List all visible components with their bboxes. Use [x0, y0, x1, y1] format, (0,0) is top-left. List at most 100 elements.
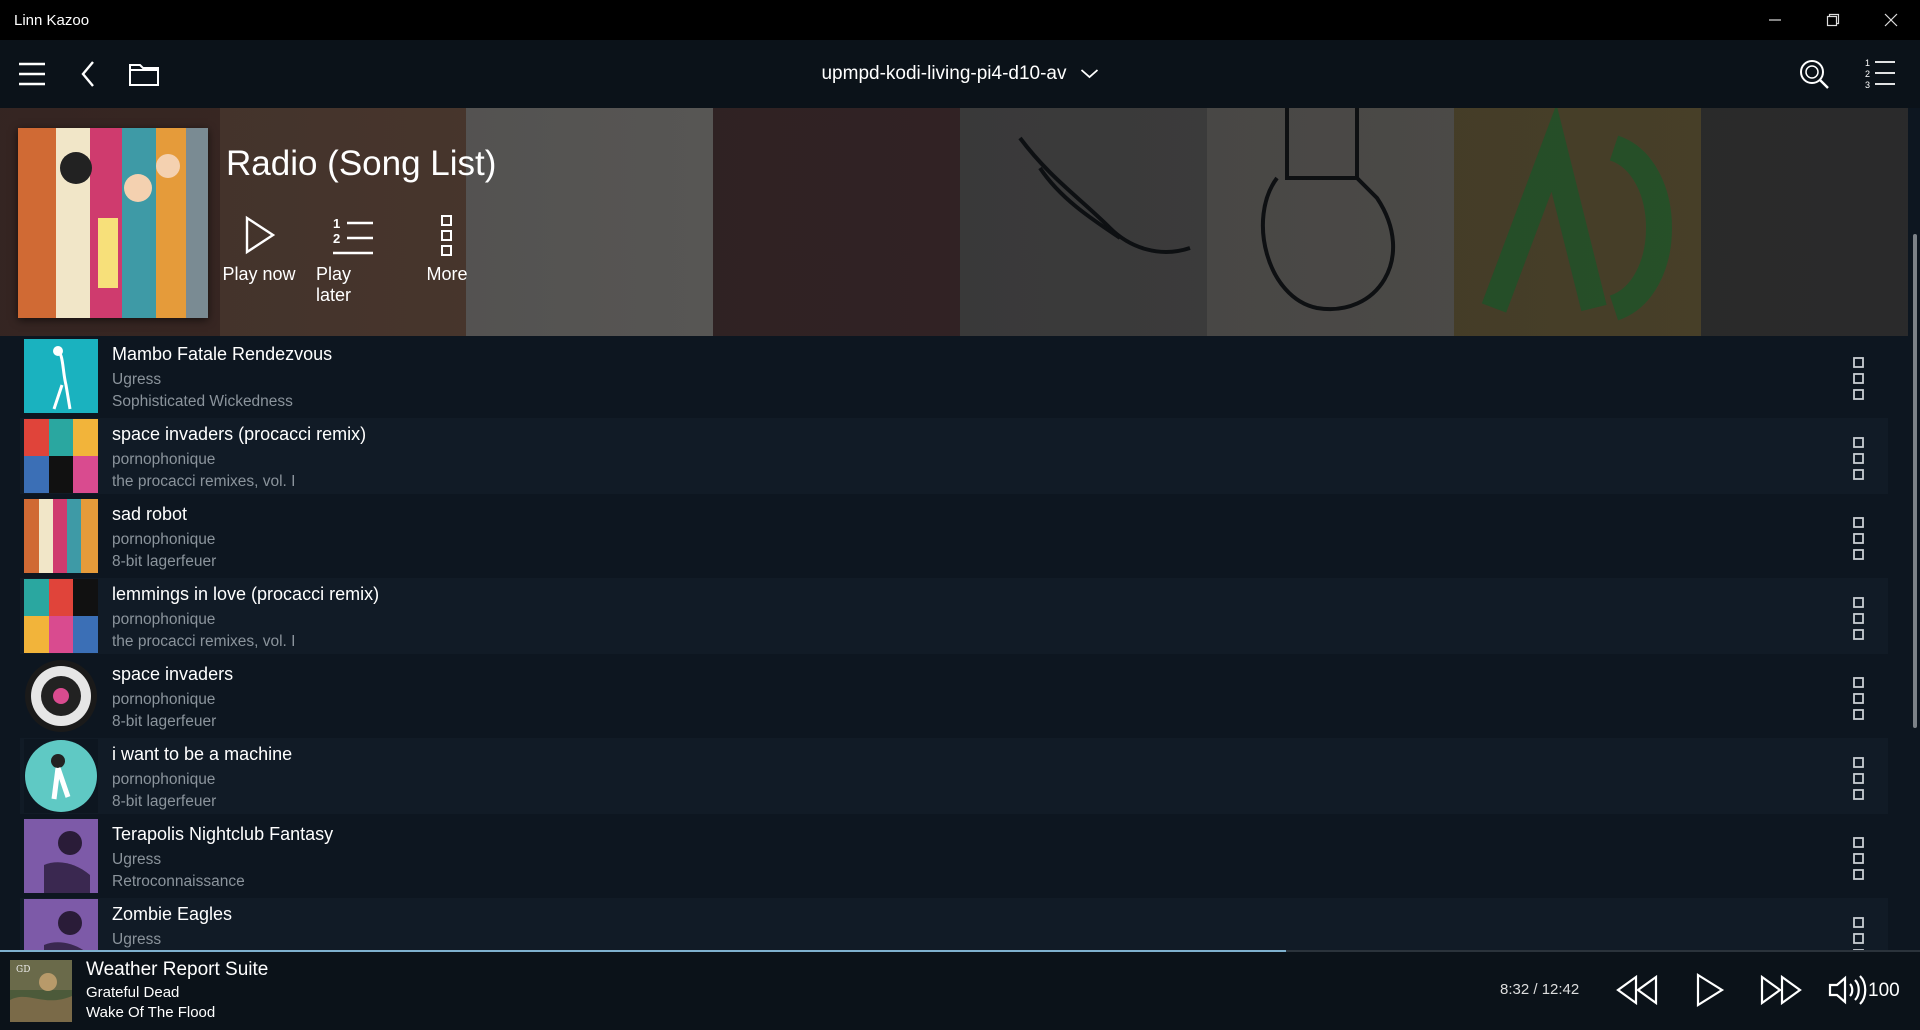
scrollbar[interactable]: [1908, 108, 1920, 950]
track-row[interactable]: Mambo Fatale Rendezvous Ugress Sophistic…: [20, 338, 1888, 414]
track-list: Mambo Fatale Rendezvous Ugress Sophistic…: [0, 338, 1908, 950]
track-album: 8-bit lagerfeuer: [112, 793, 217, 810]
queue-list-icon: 1 2: [333, 216, 373, 255]
track-row[interactable]: Zombie Eagles Ugress: [20, 898, 1888, 950]
track-art: [24, 339, 98, 413]
track-title: sad robot: [112, 504, 188, 524]
track-more-button[interactable]: [1852, 436, 1866, 480]
track-more-button[interactable]: [1852, 356, 1866, 400]
scrollbar-thumb[interactable]: [1913, 234, 1917, 728]
track-album: 8-bit lagerfeuer: [112, 713, 217, 730]
track-title: space invaders: [112, 664, 234, 684]
track-title: lemmings in love (procacci remix): [112, 584, 380, 604]
previous-track-button[interactable]: [1610, 968, 1664, 1012]
search-icon: [1800, 60, 1829, 89]
more-dots-icon: [1853, 517, 1864, 560]
play-now-button[interactable]: Play now: [222, 212, 296, 306]
more-dots-icon: [1853, 437, 1864, 480]
play-later-button[interactable]: 1 2 Play later: [316, 212, 390, 306]
track-art: [24, 579, 98, 653]
volume-level: 100: [1868, 980, 1900, 1001]
playlist-title: Radio (Song List): [226, 144, 497, 183]
next-track-button[interactable]: [1754, 968, 1808, 1012]
track-artist: pornophonique: [112, 531, 216, 548]
svg-text:1: 1: [333, 216, 340, 231]
close-icon: [1884, 13, 1898, 27]
svg-text:1: 1: [1865, 58, 1870, 68]
numbered-list-icon: 1 2 3: [1865, 58, 1895, 90]
play-later-label: Play later: [316, 264, 352, 305]
svg-text:GD: GD: [16, 965, 30, 975]
play-icon: [1696, 973, 1725, 1007]
more-dots-icon: [1853, 757, 1864, 800]
hamburger-menu-button[interactable]: [4, 46, 60, 102]
hamburger-icon: [19, 62, 45, 86]
svg-text:2: 2: [333, 231, 340, 246]
track-more-button[interactable]: [1852, 676, 1866, 720]
more-dots-icon: [1853, 917, 1864, 950]
track-row[interactable]: space invaders (procacci remix) pornopho…: [20, 418, 1888, 494]
more-dots-icon: [1853, 357, 1864, 400]
track-more-button[interactable]: [1852, 756, 1866, 800]
playlist-cover-art: [18, 128, 208, 318]
track-more-button[interactable]: [1852, 596, 1866, 640]
browse-folder-button[interactable]: [116, 46, 172, 102]
playback-time: 8:32 / 12:42: [1500, 981, 1580, 998]
track-art: [24, 419, 98, 493]
playlist-header: Radio (Song List) Play now 1 2 Play late…: [0, 108, 1908, 336]
skip-forward-icon: [1760, 974, 1802, 1006]
more-dots-icon: [441, 215, 452, 256]
track-art: [24, 659, 98, 733]
track-album: 8-bit lagerfeuer: [112, 553, 217, 570]
track-row[interactable]: lemmings in love (procacci remix) pornop…: [20, 578, 1888, 654]
track-artist: pornophonique: [112, 771, 216, 788]
track-title: Mambo Fatale Rendezvous: [112, 344, 333, 364]
more-dots-icon: [1853, 597, 1864, 640]
track-row[interactable]: sad robot pornophonique 8-bit lagerfeuer: [20, 498, 1888, 574]
track-art: [24, 819, 98, 893]
more-dots-icon: [1853, 677, 1864, 720]
volume-button[interactable]: [1826, 968, 1870, 1012]
track-row[interactable]: i want to be a machine pornophonique 8-b…: [20, 738, 1888, 814]
now-playing-artist: Grateful Dead: [86, 984, 180, 1001]
minimize-icon: [1769, 19, 1781, 21]
track-more-button[interactable]: [1852, 836, 1866, 880]
room-name: upmpd-kodi-living-pi4-d10-av: [821, 63, 1067, 84]
track-row[interactable]: space invaders pornophonique 8-bit lager…: [20, 658, 1888, 734]
playlist-button[interactable]: 1 2 3: [1852, 46, 1908, 102]
track-artist: Ugress: [112, 851, 162, 868]
track-title: i want to be a machine: [112, 744, 293, 764]
more-button[interactable]: More: [410, 212, 484, 306]
back-button[interactable]: [60, 46, 116, 102]
room-selector[interactable]: upmpd-kodi-living-pi4-d10-av: [821, 40, 1099, 108]
track-artist: pornophonique: [112, 451, 216, 468]
track-album: the procacci remixes, vol. I: [112, 633, 296, 650]
minimize-button[interactable]: [1746, 0, 1804, 40]
play-pause-button[interactable]: [1684, 968, 1734, 1012]
track-artist: Ugress: [112, 371, 162, 388]
now-playing-cover-art[interactable]: GD: [10, 960, 72, 1022]
track-art: [24, 499, 98, 573]
track-art: [24, 899, 98, 950]
now-playing-title: Weather Report Suite: [86, 959, 269, 980]
play-now-label: Play now: [222, 264, 296, 284]
track-row[interactable]: Terapolis Nightclub Fantasy Ugress Retro…: [20, 818, 1888, 894]
folder-icon: [129, 64, 159, 86]
track-title: Zombie Eagles: [112, 904, 233, 924]
close-button[interactable]: [1862, 0, 1920, 40]
more-label: More: [426, 264, 468, 284]
track-title: Terapolis Nightclub Fantasy: [112, 824, 334, 844]
track-more-button[interactable]: [1852, 516, 1866, 560]
track-title: space invaders (procacci remix): [112, 424, 367, 444]
track-album: Sophisticated Wickedness: [112, 393, 293, 410]
search-button[interactable]: [1786, 46, 1842, 102]
chevron-down-icon: [1080, 69, 1099, 79]
play-icon: [245, 215, 276, 255]
app-toolbar: upmpd-kodi-living-pi4-d10-av 1 2 3: [0, 40, 1920, 108]
chevron-left-icon: [81, 61, 94, 87]
restore-button[interactable]: [1804, 0, 1862, 40]
svg-text:2: 2: [1865, 69, 1870, 79]
track-album: Retroconnaissance: [112, 873, 245, 890]
track-art: [24, 739, 98, 813]
track-more-button[interactable]: [1852, 916, 1866, 950]
